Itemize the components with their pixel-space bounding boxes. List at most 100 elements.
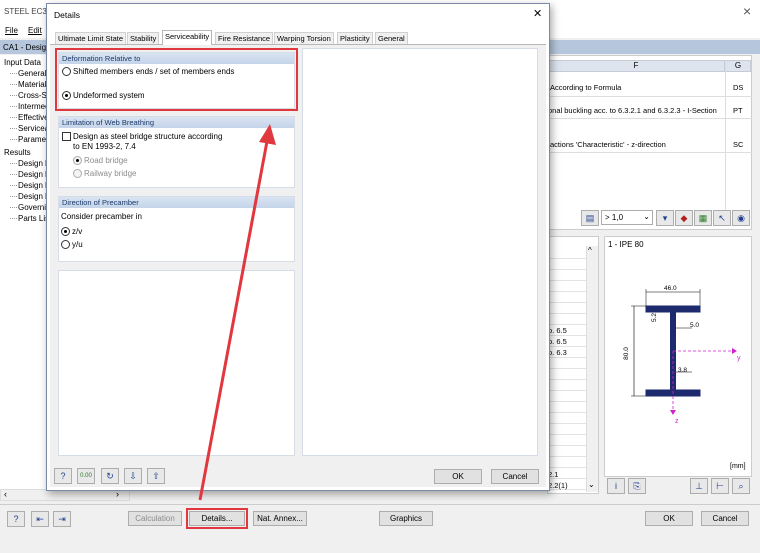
tree-input-item-5[interactable]: Effective bbox=[18, 113, 49, 122]
tree-connector bbox=[10, 185, 17, 186]
results-gridline bbox=[547, 269, 586, 270]
view-icon[interactable]: ◉ bbox=[732, 210, 750, 226]
dim-web-label: 5.0 bbox=[690, 322, 700, 329]
export-excel-icon[interactable]: ▦ bbox=[694, 210, 712, 226]
tree-connector bbox=[10, 196, 17, 197]
nat-annex-button[interactable]: Nat. Annex... bbox=[253, 511, 307, 526]
y-axis-arrow bbox=[732, 348, 737, 354]
chevron-down-icon: ⌄ bbox=[643, 212, 650, 221]
dialog-close-icon[interactable]: ✕ bbox=[533, 7, 542, 20]
radio-zv[interactable]: z/v bbox=[61, 227, 82, 237]
tree-results-item-4[interactable]: Design b bbox=[18, 192, 50, 201]
table-row-2-f: onal buckling acc. to 6.3.2.1 and 6.3.2.… bbox=[548, 106, 717, 115]
import-icon[interactable]: ⇤ bbox=[31, 511, 49, 527]
tab-serviceability[interactable]: Serviceability bbox=[162, 30, 213, 45]
ratio-select[interactable]: > 1,0 ⌄ bbox=[601, 210, 653, 225]
dialog-reset-icon[interactable]: ↻ bbox=[101, 468, 119, 484]
radio-yu[interactable]: y/u bbox=[61, 240, 83, 250]
scroll-up-icon[interactable]: ^ bbox=[588, 246, 592, 255]
axes-toggle-icon[interactable]: ⊢ bbox=[711, 478, 729, 494]
tab-general[interactable]: General bbox=[375, 32, 408, 44]
precamber-label: Consider precamber in bbox=[61, 212, 142, 221]
main-window-title: STEEL EC3 bbox=[4, 7, 47, 16]
results-gridline bbox=[547, 335, 586, 336]
tree-results-item-3[interactable]: Design b bbox=[18, 181, 50, 190]
column-g-header[interactable]: G bbox=[725, 60, 751, 72]
tree-results-header[interactable]: Results bbox=[4, 148, 31, 157]
bridge-design-label-1: Design as steel bridge structure accordi… bbox=[73, 132, 223, 141]
dimension-toggle-icon[interactable]: ⊥ bbox=[690, 478, 708, 494]
dim-flange-label: 5.2 bbox=[651, 312, 659, 323]
color-scale-icon[interactable]: ◆ bbox=[675, 210, 693, 226]
tree-connector bbox=[10, 128, 17, 129]
tab-stability[interactable]: Stability bbox=[127, 32, 160, 44]
tree-input-item-7[interactable]: Paramet bbox=[18, 135, 48, 144]
tree-input-item-4[interactable]: Intermed bbox=[18, 102, 50, 111]
results-gridline bbox=[547, 423, 586, 424]
tree-results-item-5[interactable]: Governi bbox=[18, 203, 46, 212]
tree-input-header[interactable]: Input Data bbox=[4, 58, 41, 67]
ipe-section-drawing bbox=[631, 289, 737, 415]
dialog-save-icon[interactable]: ⇧ bbox=[147, 468, 165, 484]
results-value-1: o. 6.5 bbox=[548, 326, 567, 335]
web-breathing-title: Limitation of Web Breathing bbox=[59, 117, 294, 128]
graphics-button[interactable]: Graphics bbox=[379, 511, 433, 526]
tree-connector bbox=[10, 207, 17, 208]
filter-icon[interactable]: ▾ bbox=[656, 210, 674, 226]
results-gridline bbox=[547, 302, 586, 303]
tab-warping-torsion[interactable]: Warping Torsion bbox=[274, 32, 334, 44]
main-close-icon[interactable]: × bbox=[743, 3, 751, 19]
select-icon[interactable]: ↖ bbox=[713, 210, 731, 226]
tree-results-item-2[interactable]: Design b bbox=[18, 170, 50, 179]
tree-results-item-1[interactable]: Design b bbox=[18, 159, 50, 168]
tree-results-item-6[interactable]: Parts Lis bbox=[18, 214, 49, 223]
dim-tw-label: 3.8 bbox=[678, 367, 688, 374]
results-gridline bbox=[547, 401, 586, 402]
zoom-icon[interactable]: ⌕ bbox=[732, 478, 750, 494]
dialog-help-icon[interactable]: ? bbox=[54, 468, 72, 484]
dialog-ok-button[interactable]: OK bbox=[434, 469, 482, 484]
radio-circle bbox=[73, 169, 82, 179]
dialog-title: Details bbox=[54, 10, 80, 20]
table-gridline bbox=[547, 152, 752, 153]
export-icon[interactable]: ⇥ bbox=[53, 511, 71, 527]
deformation-highlight bbox=[55, 48, 298, 111]
radio-road-bridge[interactable]: Road bridge bbox=[73, 156, 128, 166]
table-row-3-f: actions 'Characteristic' - z-direction bbox=[550, 140, 666, 149]
menu-edit[interactable]: Edit bbox=[28, 26, 42, 35]
tab-plasticity[interactable]: Plasticity bbox=[337, 32, 373, 44]
dialog-decimal-icon[interactable]: 0.00 bbox=[77, 468, 95, 484]
dialog-load-icon[interactable]: ⇩ bbox=[124, 468, 142, 484]
results-gridline bbox=[547, 467, 586, 468]
help-icon[interactable]: ? bbox=[7, 511, 25, 527]
copy-view-icon[interactable]: ⎘ bbox=[628, 478, 646, 494]
unit-label: [mm] bbox=[730, 463, 746, 470]
tab-ultimate-limit-state[interactable]: Ultimate Limit State bbox=[55, 32, 127, 44]
tab-fire-resistance[interactable]: Fire Resistance bbox=[215, 32, 274, 44]
right-info-panel bbox=[302, 48, 538, 456]
filter-list-icon[interactable]: ▤ bbox=[581, 210, 599, 226]
info-icon[interactable]: i bbox=[607, 478, 625, 494]
tree-input-item-1[interactable]: General bbox=[18, 69, 46, 78]
main-ok-button[interactable]: OK bbox=[645, 511, 693, 526]
dialog-cancel-button[interactable]: Cancel bbox=[491, 469, 539, 484]
main-cancel-button[interactable]: Cancel bbox=[701, 511, 749, 526]
scroll-down-icon[interactable]: ⌄ bbox=[588, 480, 595, 489]
ratio-select-value: > 1,0 bbox=[605, 213, 624, 222]
results-scrollbar[interactable] bbox=[586, 246, 598, 492]
details-button-highlight bbox=[186, 508, 248, 529]
axis-z-label: z bbox=[675, 418, 679, 425]
tree-scroll-left-icon[interactable]: ‹ bbox=[4, 489, 7, 499]
table-gridline bbox=[547, 96, 752, 97]
tree-connector bbox=[10, 73, 17, 74]
results-gridline bbox=[547, 456, 586, 457]
bridge-design-checkbox[interactable]: Design as steel bridge structure accordi… bbox=[62, 132, 223, 142]
column-f-header[interactable]: F bbox=[547, 60, 725, 72]
calculation-button[interactable]: Calculation bbox=[128, 511, 182, 526]
results-gridline bbox=[547, 379, 586, 380]
radio-railway-bridge[interactable]: Railway bridge bbox=[73, 169, 137, 179]
menu-file[interactable]: File bbox=[5, 26, 18, 35]
railway-bridge-label: Railway bridge bbox=[84, 169, 137, 178]
results-gridline bbox=[547, 280, 586, 281]
results-gridline bbox=[547, 258, 586, 259]
